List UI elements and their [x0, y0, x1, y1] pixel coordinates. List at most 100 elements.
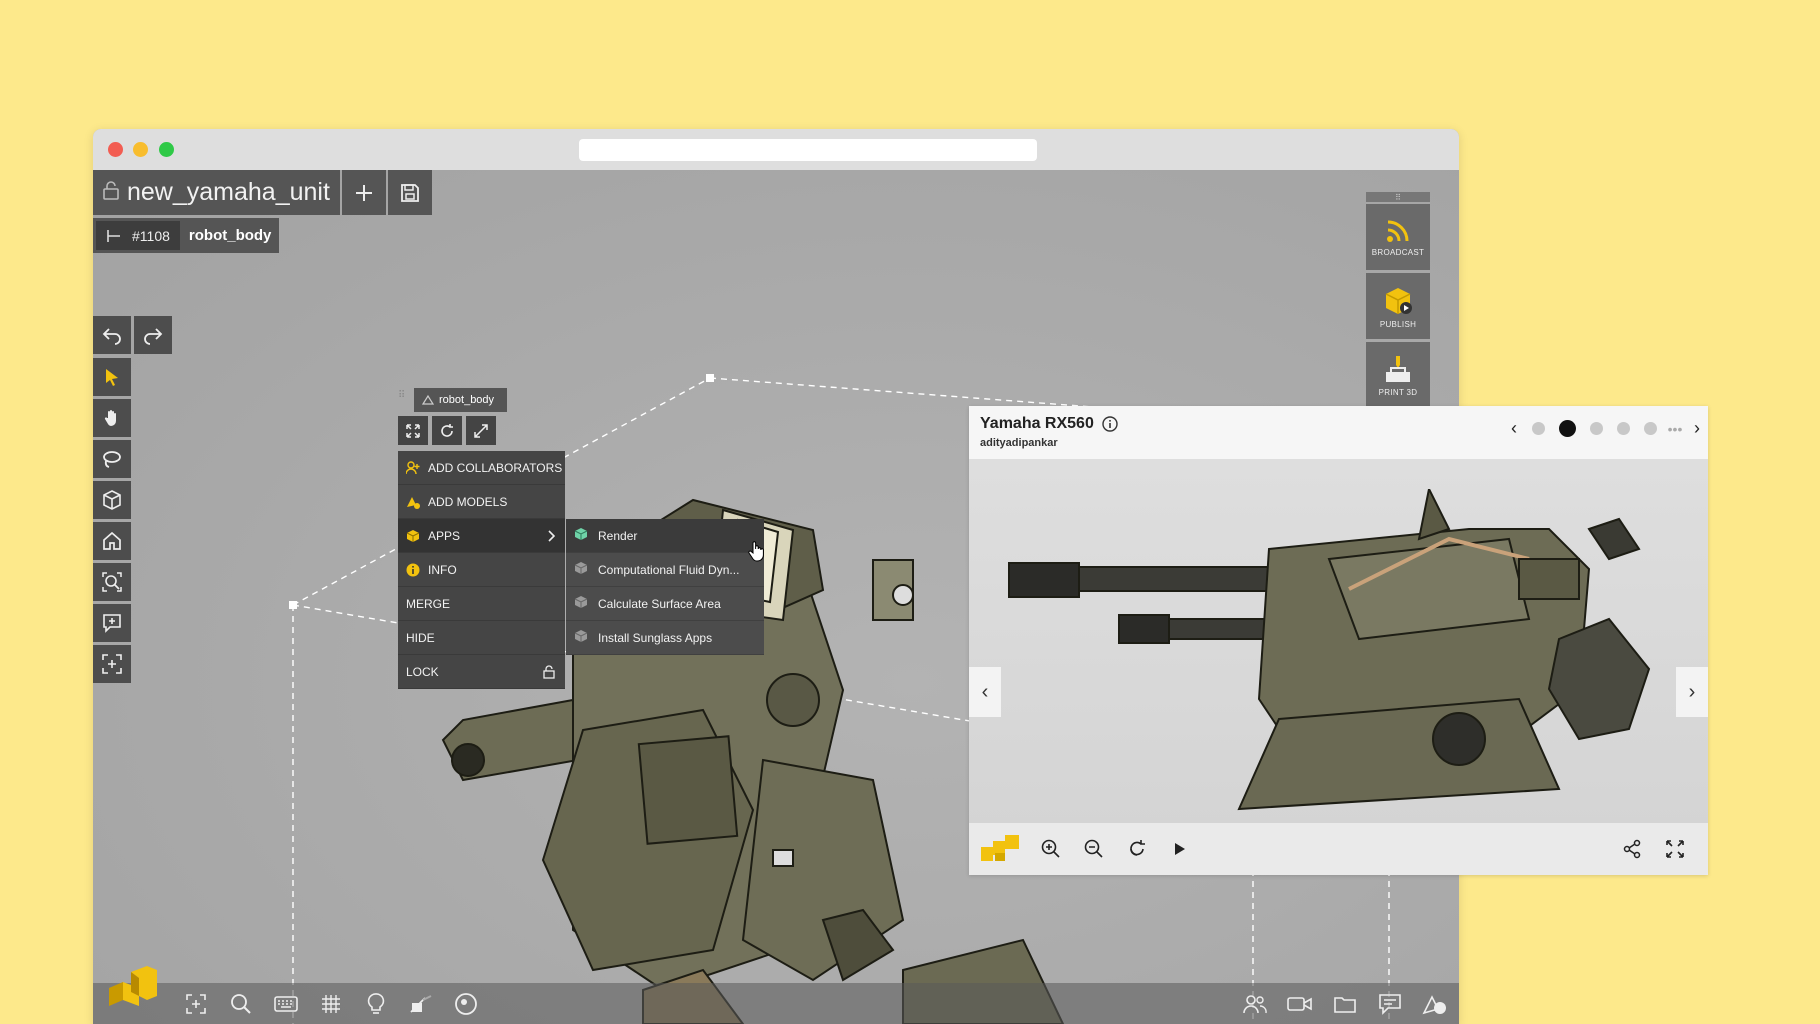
viewer-header: Yamaha RX560 adityadipankar ‹ ••• › — [969, 406, 1708, 459]
sunglass-logo[interactable] — [103, 960, 159, 1016]
breadcrumb-name[interactable]: robot_body — [183, 218, 280, 253]
zoom-out-button[interactable] — [1072, 823, 1115, 875]
video-button[interactable] — [1277, 983, 1322, 1024]
chevron-left-icon[interactable]: ‹ — [1503, 418, 1525, 439]
more-dots-icon[interactable]: ••• — [1664, 421, 1686, 437]
chat-button[interactable] — [1367, 983, 1412, 1024]
pan-tool[interactable] — [93, 399, 131, 437]
viewer-toolbar — [969, 823, 1708, 875]
paint-icon — [409, 994, 431, 1013]
focus-select-button[interactable] — [173, 983, 218, 1024]
annotate-button[interactable] — [93, 604, 131, 642]
share-button[interactable] — [1610, 823, 1653, 875]
keyboard-icon — [273, 995, 298, 1012]
submenu-item-install-apps[interactable]: Install Sunglass Apps — [566, 621, 764, 655]
address-bar[interactable] — [579, 139, 1037, 161]
menu-item-apps[interactable]: APPS — [398, 519, 565, 553]
submenu-item-label: Computational Fluid Dyn... — [598, 562, 740, 577]
zoom-fit-button[interactable] — [93, 563, 131, 601]
submenu-item-surface-area[interactable]: Calculate Surface Area — [566, 587, 764, 621]
publish-icon — [1385, 287, 1412, 314]
previous-model-button[interactable]: ‹ — [969, 667, 1001, 717]
maximize-button[interactable] — [466, 416, 496, 445]
viewer-toolbar-right — [1610, 823, 1696, 875]
breadcrumb: #1108 robot_body — [93, 218, 280, 253]
zoom-in-button[interactable] — [1029, 823, 1072, 875]
next-model-button[interactable]: › — [1676, 667, 1708, 717]
title-bar — [93, 129, 1459, 170]
menu-item-lock[interactable]: LOCK — [398, 655, 565, 689]
home-view-button[interactable] — [93, 522, 131, 560]
page-dot[interactable] — [1617, 422, 1630, 435]
models-button[interactable] — [1412, 983, 1457, 1024]
submenu-item-cfd[interactable]: Computational Fluid Dyn... — [566, 553, 764, 587]
search-button[interactable] — [218, 983, 263, 1024]
right-action-panel: ⠿ BROADCAST PUBLISH PRINT 3D — [1366, 192, 1430, 411]
page-dot[interactable] — [1532, 422, 1545, 435]
select-tool[interactable] — [93, 358, 131, 396]
project-name: new_yamaha_unit — [127, 178, 330, 206]
app-cube-icon — [574, 629, 590, 646]
viewer-author[interactable]: adityadipankar — [980, 437, 1058, 449]
lasso-icon — [103, 451, 121, 468]
project-name-tab[interactable]: new_yamaha_unit — [93, 170, 340, 215]
viewer-stage[interactable]: ‹ › — [969, 459, 1708, 875]
reset-button[interactable] — [432, 416, 462, 445]
menu-item-add-collaborators[interactable]: ADD COLLABORATORS — [398, 451, 565, 485]
print3d-label: PRINT 3D — [1378, 387, 1418, 397]
menu-item-label: INFO — [428, 562, 457, 577]
undo-icon — [102, 328, 121, 345]
maximize-window-button[interactable] — [159, 142, 174, 157]
grip-handle[interactable]: ⠿ — [1366, 192, 1430, 202]
lasso-tool[interactable] — [93, 440, 131, 478]
hand-icon — [104, 410, 116, 426]
turret-model[interactable] — [999, 489, 1689, 819]
folder-button[interactable] — [1322, 983, 1367, 1024]
keyboard-button[interactable] — [263, 983, 308, 1024]
chevron-left-icon: ‹ — [981, 680, 989, 703]
undo-button[interactable] — [93, 316, 131, 354]
play-button[interactable] — [1158, 823, 1201, 875]
print3d-button[interactable]: PRINT 3D — [1366, 342, 1430, 408]
fullscreen-button[interactable] — [1653, 823, 1696, 875]
menu-item-merge[interactable]: MERGE — [398, 587, 565, 621]
cursor-arrow-icon — [106, 369, 118, 386]
close-window-button[interactable] — [108, 142, 123, 157]
view-mode-button[interactable] — [443, 983, 488, 1024]
viewer-title: Yamaha RX560 — [980, 415, 1118, 433]
menu-item-add-models[interactable]: ADD MODELS — [398, 485, 565, 519]
app-cube-icon — [574, 561, 590, 578]
menu-item-hide[interactable]: HIDE — [398, 621, 565, 655]
info-icon[interactable] — [1102, 416, 1118, 432]
page-dot[interactable] — [1644, 422, 1657, 435]
lighting-button[interactable] — [353, 983, 398, 1024]
home-icon — [103, 531, 121, 550]
zoom-in-icon — [1041, 839, 1060, 858]
add-button[interactable] — [341, 170, 386, 215]
page-dot-active[interactable] — [1559, 420, 1576, 437]
menu-item-label: ADD COLLABORATORS — [428, 460, 563, 475]
rotate-button[interactable] — [1115, 823, 1158, 875]
context-menu-list: ADD COLLABORATORS ADD MODELS APPS INFO M… — [398, 451, 565, 689]
context-menu-title-text: robot_body — [439, 394, 495, 406]
save-button[interactable] — [387, 170, 432, 215]
publish-button[interactable]: PUBLISH — [1366, 273, 1430, 339]
focus-button[interactable] — [93, 645, 131, 683]
context-grip-handle[interactable]: ⠿ — [398, 390, 408, 410]
submenu-item-label: Install Sunglass Apps — [598, 630, 713, 645]
page-dot[interactable] — [1590, 422, 1603, 435]
broadcast-button[interactable]: BROADCAST — [1366, 204, 1430, 270]
menu-item-info[interactable]: INFO — [398, 553, 565, 587]
object-tool[interactable] — [93, 481, 131, 519]
chevron-right-icon[interactable]: › — [1686, 418, 1708, 439]
submenu-item-render[interactable]: Render — [566, 519, 764, 553]
explode-button[interactable] — [398, 416, 428, 445]
grid-button[interactable] — [308, 983, 353, 1024]
sunglass-mark-icon[interactable] — [981, 835, 1021, 863]
collaborators-button[interactable] — [1232, 983, 1277, 1024]
redo-button[interactable] — [134, 316, 172, 354]
material-button[interactable] — [398, 983, 443, 1024]
minimize-window-button[interactable] — [133, 142, 148, 157]
menu-item-label: LOCK — [406, 664, 439, 679]
breadcrumb-id[interactable]: #1108 — [96, 221, 180, 250]
